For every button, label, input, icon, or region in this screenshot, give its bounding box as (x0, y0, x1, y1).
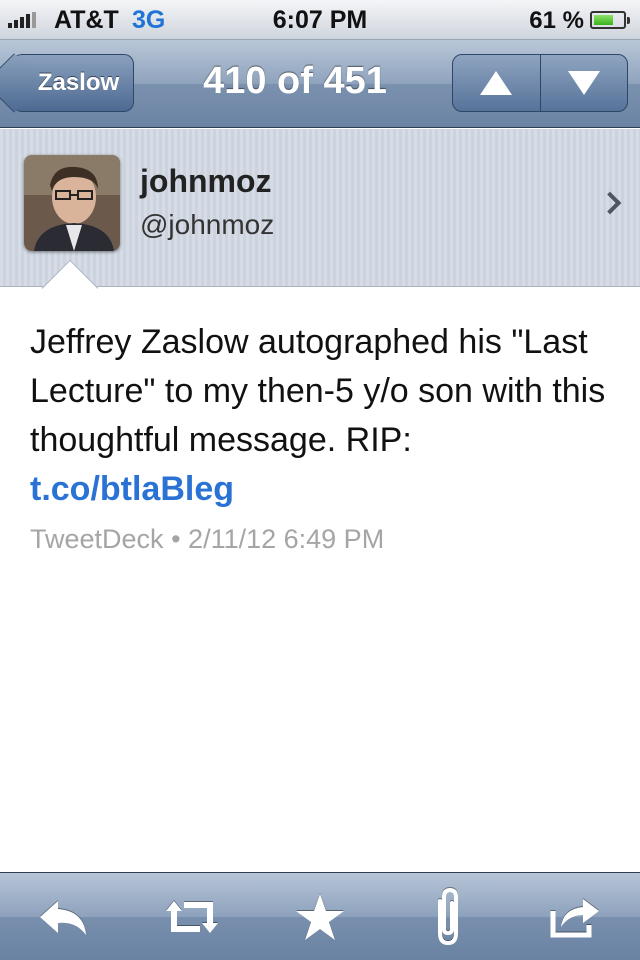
retweet-icon (166, 900, 218, 933)
attach-paperclip-icon (438, 887, 458, 945)
battery-percentage: 61 % (529, 7, 584, 34)
favorite-star-icon (296, 893, 344, 940)
back-button[interactable]: Zaslow (12, 54, 134, 112)
user-handle: @johnmoz (140, 209, 275, 240)
tweet-link[interactable]: t.co/btlaBleg (30, 470, 234, 508)
chevron-right-icon (598, 191, 622, 215)
reply-icon (40, 900, 86, 935)
previous-tweet-button[interactable] (453, 55, 540, 111)
navigation-bar: Zaslow 410 of 451 (0, 40, 640, 128)
profile-header[interactable]: johnmoz @johnmoz (0, 129, 640, 287)
reply-button[interactable] (19, 877, 109, 957)
display-name: johnmoz (140, 163, 272, 199)
prev-next-segmented-control (452, 54, 628, 112)
meta-separator: • (171, 524, 181, 554)
tweet-meta: TweetDeck • 2/11/12 6:49 PM (30, 524, 384, 555)
retweet-button[interactable] (147, 877, 237, 957)
status-bar: AT&T 3G 6:07 PM 61 % (0, 0, 640, 40)
share-icon (550, 898, 599, 937)
avatar[interactable] (24, 155, 120, 251)
tweet-source[interactable]: TweetDeck (30, 524, 164, 554)
next-tweet-button[interactable] (539, 55, 628, 111)
triangle-down-icon (567, 71, 600, 95)
triangle-up-icon (480, 71, 513, 95)
tweet-timestamp: 2/11/12 6:49 PM (188, 524, 385, 554)
back-button-label: Zaslow (37, 69, 120, 96)
bottom-toolbar (0, 872, 640, 960)
attach-button[interactable] (403, 877, 493, 957)
share-button[interactable] (531, 877, 621, 957)
favorite-button[interactable] (275, 877, 365, 957)
battery-icon (590, 11, 630, 29)
tweet-text: Jeffrey Zaslow autographed his "Last Lec… (30, 318, 620, 514)
tweet-body: Jeffrey Zaslow autographed his "Last Lec… (30, 323, 606, 459)
nav-title: 410 of 451 (203, 60, 387, 102)
